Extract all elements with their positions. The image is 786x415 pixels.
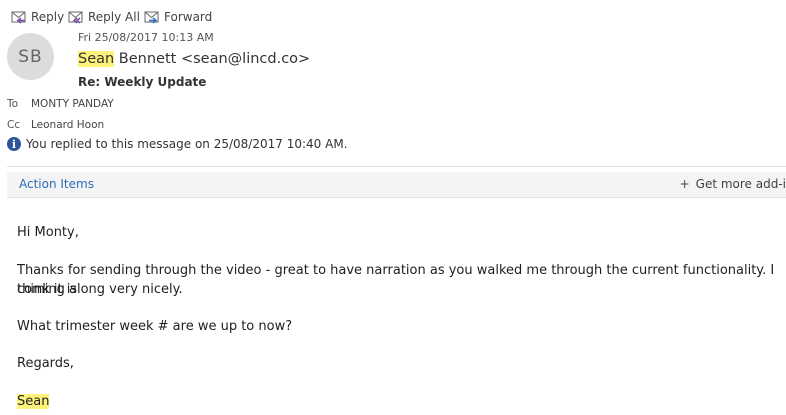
reply-all-label: Reply All <box>88 10 140 24</box>
get-more-addins-label: Get more add-i <box>695 177 786 191</box>
reply-all-button[interactable]: Reply All <box>67 8 140 26</box>
cc-label: Cc <box>7 119 21 131</box>
forward-button[interactable]: Forward <box>143 8 212 26</box>
body-paragraph-line-2: coming along very nicely. <box>17 282 183 297</box>
addin-bar: Action Items + Get more add-i <box>7 172 786 198</box>
to-label: To <box>7 98 19 110</box>
subject: Re: Weekly Update <box>78 75 207 89</box>
signature-name: Sean <box>17 394 50 409</box>
divider <box>7 166 786 167</box>
body-signoff: Regards, <box>17 356 74 371</box>
forward-icon <box>144 11 159 24</box>
reply-all-icon <box>68 11 83 24</box>
reply-icon <box>11 11 26 24</box>
info-icon: i <box>7 137 21 151</box>
sent-date: Fri 25/08/2017 10:13 AM <box>78 31 214 44</box>
reply-label: Reply <box>31 10 65 24</box>
info-bar: i You replied to this message on 25/08/2… <box>7 137 347 151</box>
reply-button[interactable]: Reply <box>10 8 64 26</box>
body-greeting: Hi Monty, <box>17 225 79 240</box>
sender[interactable]: Sean Bennett <sean@lincd.co> <box>78 51 310 67</box>
cc-recipient[interactable]: Leonard Hoon <box>31 119 104 131</box>
get-more-addins-button[interactable]: + Get more add-i <box>680 177 786 191</box>
body-question: What trimester week # are we up to now? <box>17 319 293 334</box>
plus-icon: + <box>679 177 690 191</box>
action-items-link[interactable]: Action Items <box>19 177 94 191</box>
info-text: You replied to this message on 25/08/201… <box>26 137 348 151</box>
avatar: SB <box>7 33 54 80</box>
body-signature: Sean <box>17 392 50 411</box>
sender-first-name: Sean <box>78 51 115 67</box>
sender-rest: Bennett <sean@lincd.co> <box>114 51 311 67</box>
forward-label: Forward <box>164 10 213 24</box>
to-recipient[interactable]: MONTY PANDAY <box>31 98 114 110</box>
